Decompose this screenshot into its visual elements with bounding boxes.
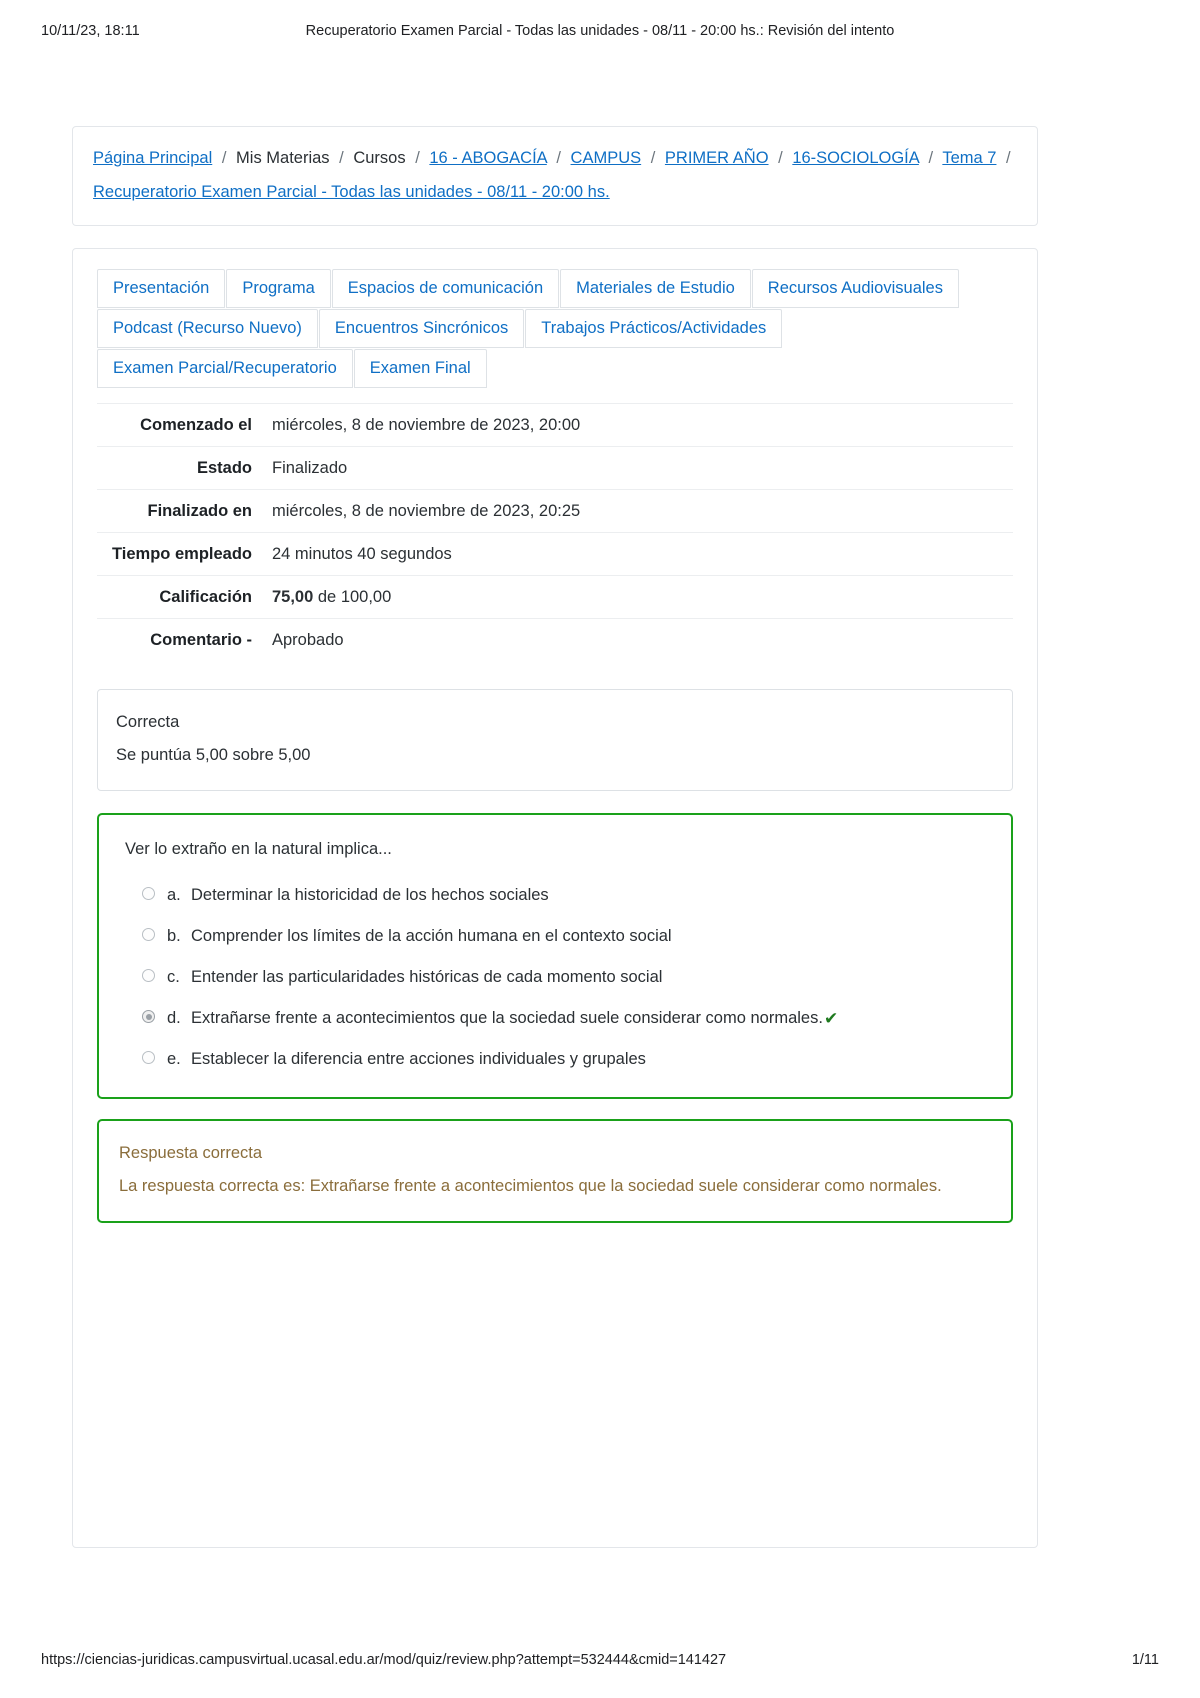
breadcrumb-separator: / (415, 149, 420, 167)
table-row: Finalizado en miércoles, 8 de noviembre … (97, 489, 1013, 533)
answer-option-a[interactable]: a. Determinar la historicidad de los hec… (119, 883, 991, 907)
grade-max: de 100,00 (313, 588, 392, 606)
answer-option-b[interactable]: b. Comprender los límites de la acción h… (119, 924, 991, 948)
radio-icon[interactable] (142, 1051, 155, 1064)
answer-text-label: Extrañarse frente a acontecimientos que … (191, 1009, 823, 1027)
breadcrumb-item-mis-materias: Mis Materias (236, 149, 330, 167)
print-footer: https://ciencias-juridicas.campusvirtual… (0, 1652, 1200, 1672)
answer-option-d[interactable]: d. Extrañarse frente a acontecimientos q… (119, 1006, 991, 1030)
table-row: Tiempo empleado 24 minutos 40 segundos (97, 532, 1013, 576)
answer-letter: e. (167, 1050, 181, 1068)
row-label-tiempo-empleado: Tiempo empleado (112, 545, 252, 563)
answer-text: Comprender los límites de la acción huma… (191, 927, 672, 945)
breadcrumb-separator: / (221, 149, 227, 167)
tab-espacios-de-comunicacion[interactable]: Espacios de comunicación (331, 269, 560, 308)
breadcrumb: Página Principal / Mis Materias / Cursos… (72, 126, 1038, 226)
page-content: Página Principal / Mis Materias / Cursos… (72, 126, 1038, 1548)
tab-trabajos-practicos[interactable]: Trabajos Prácticos/Actividades (525, 309, 783, 348)
row-value-estado: Finalizado (272, 459, 348, 477)
tab-materiales-de-estudio[interactable]: Materiales de Estudio (560, 269, 751, 308)
answer-text: Establecer la diferencia entre acciones … (191, 1050, 646, 1068)
tab-podcast[interactable]: Podcast (Recurso Nuevo) (97, 309, 318, 348)
row-value-comenzado-el: miércoles, 8 de noviembre de 2023, 20:00 (272, 416, 581, 434)
row-label-estado: Estado (196, 459, 252, 477)
tab-examen-parcial-recuperatorio[interactable]: Examen Parcial/Recuperatorio (97, 349, 353, 388)
question-status-box: Correcta Se puntúa 5,00 sobre 5,00 (97, 689, 1013, 791)
row-value-calificacion: 75,00 de 100,00 (262, 576, 1013, 619)
attempt-info-table: Comenzado el miércoles, 8 de noviembre d… (97, 403, 1013, 661)
table-row: Calificación 75,00 de 100,00 (97, 575, 1013, 619)
status-badge: Correcta (116, 713, 180, 731)
answer-options: a. Determinar la historicidad de los hec… (119, 883, 991, 1071)
answer-letter: d. (167, 1009, 181, 1027)
answer-option-c[interactable]: c. Entender las particularidades históri… (119, 965, 991, 989)
print-header-title: Recuperatorio Examen Parcial - Todas las… (305, 23, 895, 39)
table-row: Comenzado el miércoles, 8 de noviembre d… (97, 403, 1013, 447)
breadcrumb-separator: / (1006, 149, 1011, 167)
breadcrumb-link-tema-7[interactable]: Tema 7 (942, 149, 996, 167)
row-value-tiempo-empleado: 24 minutos 40 segundos (272, 545, 452, 563)
breadcrumb-separator: / (556, 149, 561, 167)
breadcrumb-link-primer-ano[interactable]: PRIMER AÑO (665, 149, 769, 167)
answer-option-e[interactable]: e. Establecer la diferencia entre accion… (119, 1047, 991, 1071)
question-marks: Se puntúa 5,00 sobre 5,00 (116, 746, 311, 764)
tab-programa[interactable]: Programa (226, 269, 331, 308)
breadcrumb-separator: / (339, 149, 344, 167)
answer-text: Entender las particularidades históricas… (191, 968, 663, 986)
radio-icon[interactable] (142, 969, 155, 982)
breadcrumb-link-pagina-principal[interactable]: Página Principal (93, 149, 212, 167)
table-row: Comentario - Aprobado (97, 618, 1013, 662)
print-footer-page: 1/11 (1131, 1652, 1159, 1668)
radio-icon[interactable] (142, 887, 155, 900)
feedback-body: La respuesta correcta es: Extrañarse fre… (119, 1177, 942, 1195)
breadcrumb-link-campus[interactable]: CAMPUS (571, 149, 642, 167)
radio-icon[interactable] (142, 928, 155, 941)
row-label-comentario: Comentario - (150, 631, 252, 649)
answer-text: Determinar la historicidad de los hechos… (191, 886, 549, 904)
breadcrumb-link-recuperatorio[interactable]: Recuperatorio Examen Parcial - Todas las… (93, 183, 610, 201)
answer-letter: b. (167, 927, 181, 945)
feedback-title: Respuesta correcta (119, 1144, 263, 1162)
row-value-finalizado-en: miércoles, 8 de noviembre de 2023, 20:25 (272, 502, 581, 520)
tab-examen-final[interactable]: Examen Final (353, 349, 487, 388)
print-footer-url: https://ciencias-juridicas.campusvirtual… (41, 1652, 727, 1668)
row-label-finalizado-en: Finalizado en (147, 502, 252, 520)
breadcrumb-link-abogacia[interactable]: 16 - ABOGACÍA (429, 149, 546, 167)
answer-text: Extrañarse frente a acontecimientos que … (191, 1006, 838, 1030)
grade-value: 75,00 (272, 588, 314, 606)
print-header: 10/11/23, 18:11 Recuperatorio Examen Par… (0, 23, 1200, 43)
question-text: Ver lo extraño en la natural implica... (125, 840, 392, 858)
row-value-comentario: Aprobado (272, 631, 344, 649)
row-label-calificacion: Calificación (159, 588, 252, 606)
breadcrumb-item-cursos: Cursos (353, 149, 406, 167)
tab-presentacion[interactable]: Presentación (97, 269, 226, 308)
row-label-comenzado-el: Comenzado el (140, 416, 252, 434)
page-root: 10/11/23, 18:11 Recuperatorio Examen Par… (0, 0, 1200, 1698)
radio-icon-selected[interactable] (142, 1010, 155, 1023)
answer-letter: c. (167, 968, 180, 986)
course-tabs: Presentación Programa Espacios de comuni… (97, 269, 1013, 389)
breadcrumb-separator: / (650, 149, 656, 167)
feedback-box: Respuesta correcta La respuesta correcta… (97, 1119, 1013, 1223)
tab-recursos-audiovisuales[interactable]: Recursos Audiovisuales (751, 269, 959, 308)
checkmark-icon: ✔ (823, 1009, 839, 1028)
table-row: Estado Finalizado (97, 446, 1013, 490)
main-card: Presentación Programa Espacios de comuni… (72, 248, 1038, 1548)
breadcrumb-separator: / (928, 149, 934, 167)
question-box: Ver lo extraño en la natural implica... … (97, 813, 1013, 1099)
breadcrumb-item-pagina-principal[interactable]: Página Principal (93, 149, 212, 167)
tab-encuentros-sincronicos[interactable]: Encuentros Sincrónicos (318, 309, 525, 348)
answer-letter: a. (167, 886, 181, 904)
breadcrumb-separator: / (778, 149, 783, 167)
breadcrumb-link-sociologia[interactable]: 16-SOCIOLOGÍA (792, 149, 919, 167)
